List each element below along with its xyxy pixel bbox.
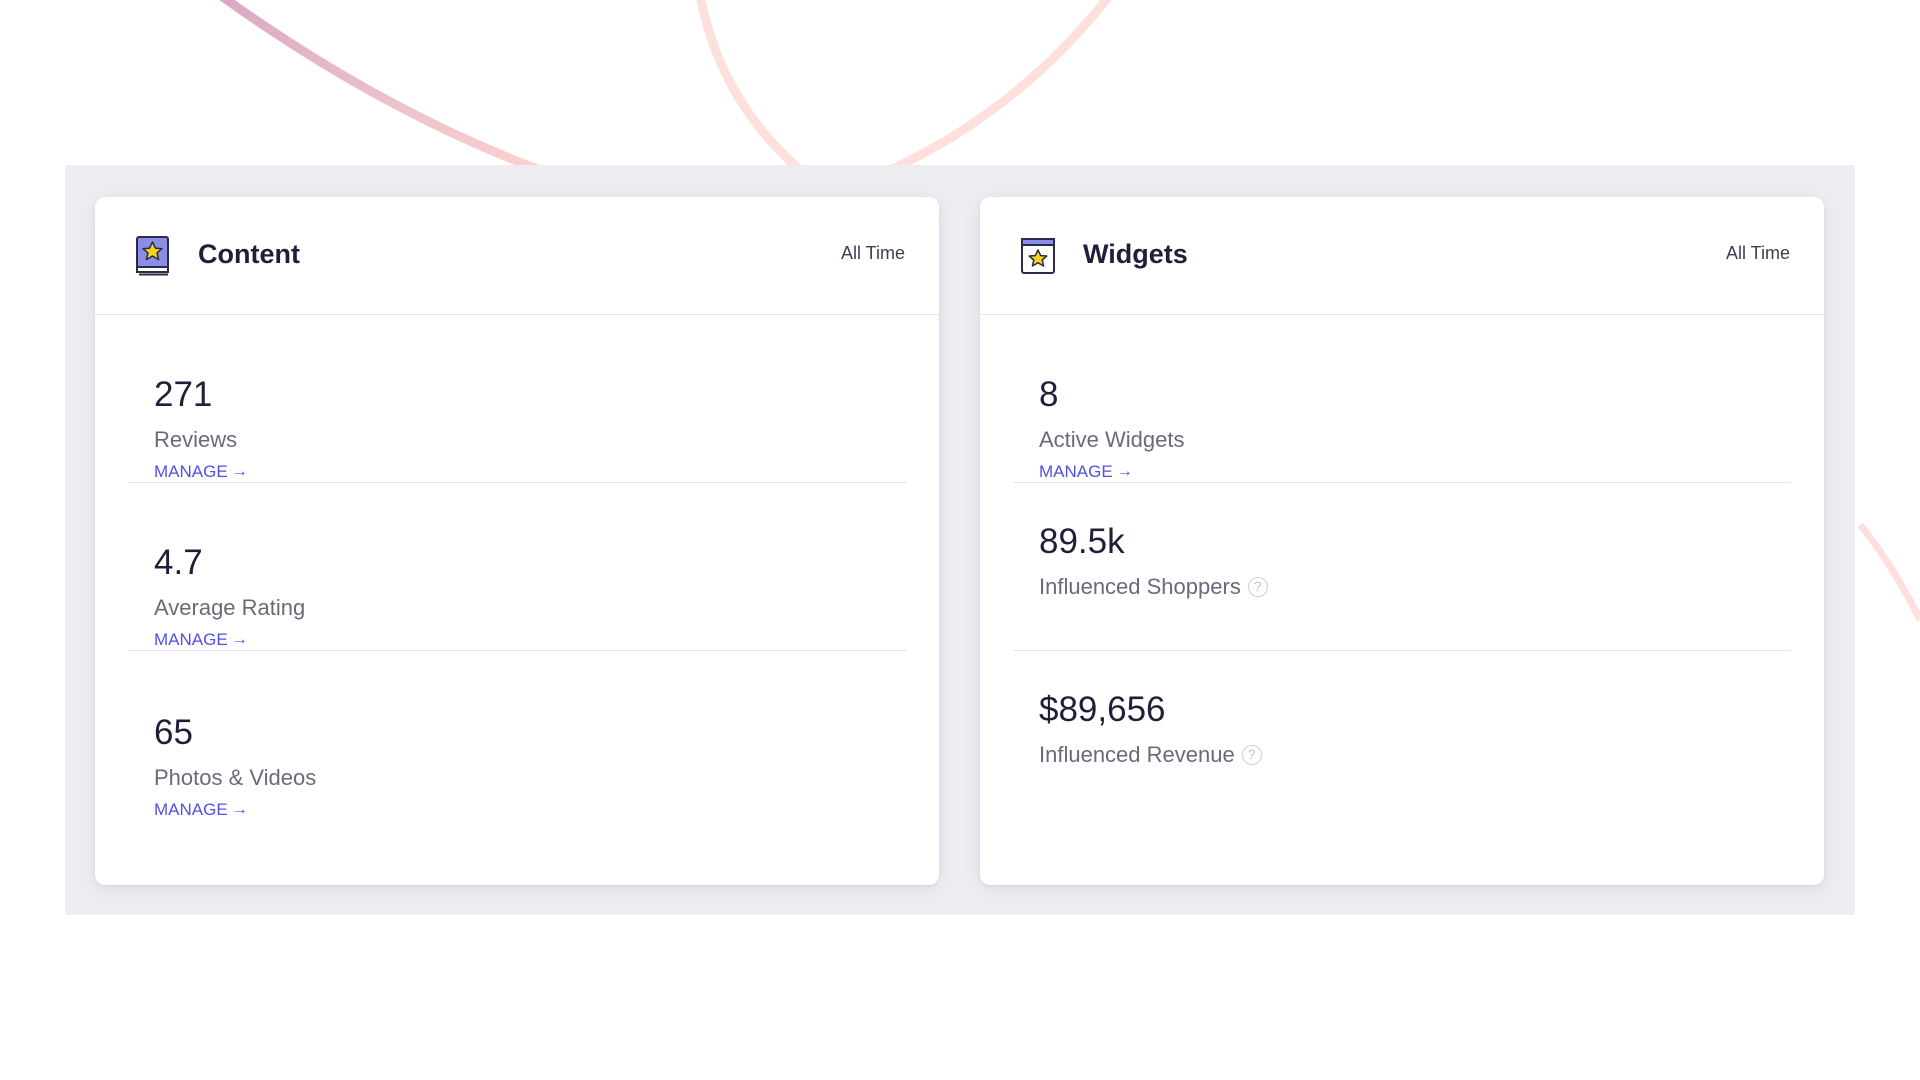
metric-value: $89,656 (1039, 690, 1166, 729)
metric-influenced-revenue: $89,656 Influenced Revenue ? (1013, 651, 1791, 818)
content-card-title: Content (198, 239, 300, 269)
metric-value: 4.7 (154, 543, 203, 582)
arrow-right-icon: → (231, 463, 248, 480)
widgets-card-header: Widgets All Time (980, 197, 1824, 315)
question-circle-icon[interactable]: ? (1241, 745, 1262, 765)
metric-reviews: 271 Reviews MANAGE → (128, 315, 906, 483)
content-card-header: Content All Time (95, 197, 939, 315)
metric-label: Photos & Videos (154, 765, 317, 790)
manage-link-label: MANAGE (154, 462, 228, 481)
manage-link-label: MANAGE (1039, 462, 1113, 481)
widgets-card: Widgets All Time 8 Active Widgets MANAGE… (980, 197, 1824, 885)
manage-rating-link[interactable]: MANAGE → (154, 630, 248, 650)
content-card: Content All Time 271 Reviews MANAGE → 4.… (95, 197, 939, 885)
metric-value: 271 (154, 375, 213, 414)
manage-link-label: MANAGE (154, 630, 228, 649)
metric-label: Active Widgets (1039, 427, 1185, 452)
metric-label: Influenced Revenue (1039, 742, 1235, 767)
metric-value: 8 (1039, 375, 1059, 414)
metric-label: Average Rating (154, 595, 306, 620)
metric-value: 65 (154, 713, 193, 752)
arrow-right-icon: → (231, 631, 248, 648)
metric-label: Influenced Shoppers (1039, 574, 1241, 599)
metric-value: 89.5k (1039, 522, 1125, 561)
dashboard-panel: Content All Time 271 Reviews MANAGE → 4.… (65, 165, 1855, 915)
widgets-card-body: 8 Active Widgets MANAGE → 89.5k Influenc… (980, 315, 1824, 818)
widgets-time-range[interactable]: All Time (1726, 243, 1790, 264)
manage-photos-link[interactable]: MANAGE → (154, 800, 248, 820)
manage-reviews-link[interactable]: MANAGE → (154, 462, 248, 482)
arrow-right-icon: → (231, 801, 248, 818)
manage-widgets-link[interactable]: MANAGE → (1039, 462, 1133, 482)
question-circle-icon[interactable]: ? (1247, 577, 1268, 597)
metric-influenced-shoppers: 89.5k Influenced Shoppers ? (1013, 483, 1791, 651)
arrow-right-icon: → (1116, 463, 1133, 480)
metric-label: Reviews (154, 427, 238, 452)
content-time-range[interactable]: All Time (841, 243, 905, 264)
content-card-body: 271 Reviews MANAGE → 4.7 Average Rating … (95, 315, 939, 820)
metric-active-widgets: 8 Active Widgets MANAGE → (1013, 315, 1791, 483)
window-star-icon (1021, 238, 1055, 274)
book-star-icon (136, 236, 169, 276)
metric-label-row: Influenced Shoppers ? (1039, 574, 1268, 600)
metric-photos-videos: 65 Photos & Videos MANAGE → (128, 651, 906, 820)
metric-label-row: Influenced Revenue ? (1039, 742, 1262, 768)
widgets-card-title: Widgets (1083, 239, 1188, 269)
metric-average-rating: 4.7 Average Rating MANAGE → (128, 483, 906, 651)
manage-link-label: MANAGE (154, 800, 228, 819)
